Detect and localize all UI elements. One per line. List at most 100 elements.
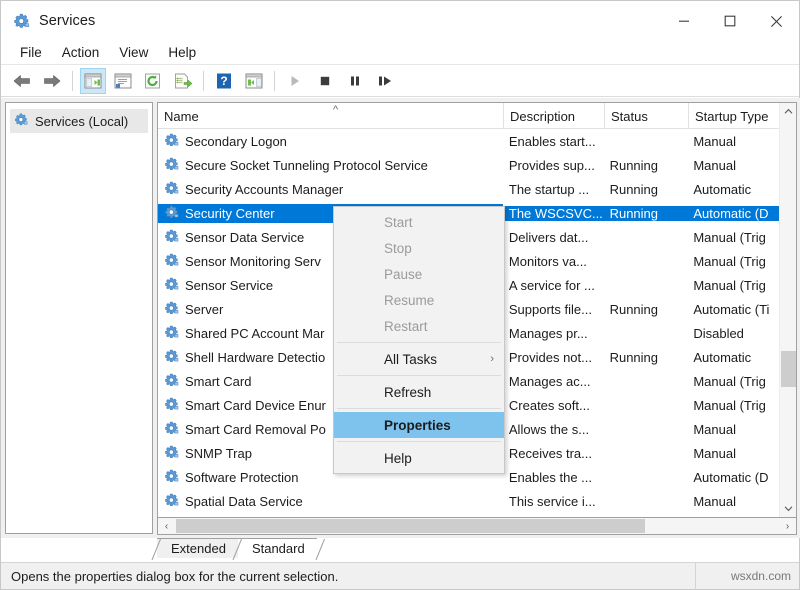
tab-left-edge	[232, 539, 242, 560]
menu-item-help[interactable]: Help	[334, 445, 504, 471]
sidebar-item-services-local[interactable]: Services (Local)	[10, 109, 148, 133]
service-gear-icon	[164, 228, 180, 247]
menu-item-file[interactable]: File	[11, 43, 51, 62]
context-menu: Start Stop Pause Resume Restart All Tasks› Ref…	[333, 206, 505, 474]
service-name: Sensor Service	[185, 278, 273, 293]
stop-service-icon[interactable]	[312, 68, 338, 94]
status-text: Opens the properties dialog box for the …	[1, 569, 338, 584]
service-gear-icon	[164, 516, 180, 518]
menu-item-refresh[interactable]: Refresh	[334, 379, 504, 405]
service-name: Smart Card Device Enur	[185, 398, 326, 413]
cell-description: Supports file...	[503, 302, 604, 317]
menu-item-properties[interactable]: Properties	[334, 412, 504, 438]
horizontal-scrollbar[interactable]: ‹ ›	[157, 518, 797, 535]
service-name: Security Accounts Manager	[185, 182, 343, 197]
show-hide-console-tree-icon[interactable]	[80, 68, 106, 94]
sort-ascending-icon: ^	[333, 104, 338, 116]
menu-bar: File Action View Help	[1, 41, 799, 65]
toolbar: ?	[1, 65, 799, 97]
menu-separator	[337, 408, 501, 409]
maximize-icon[interactable]	[707, 1, 753, 41]
service-name: Server	[185, 302, 223, 317]
list-header: Name ^ Description Status Startup Type	[158, 103, 796, 129]
menu-item-label: Pause	[384, 267, 422, 282]
cell-name: Spot Verifier	[158, 516, 503, 518]
scroll-right-icon[interactable]: ›	[779, 519, 796, 534]
table-row[interactable]: Spatial Data ServiceThis service i...Man…	[158, 489, 796, 513]
service-name: Sensor Monitoring Serv	[185, 254, 321, 269]
column-header-name[interactable]: Name ^	[158, 103, 504, 129]
menu-item-label: Start	[384, 215, 413, 230]
menu-item-label: Restart	[384, 319, 428, 334]
vertical-scrollbar[interactable]	[779, 103, 796, 517]
cell-status: Running	[604, 350, 688, 365]
chevron-right-icon: ›	[490, 353, 494, 365]
vertical-scrollbar-thumb[interactable]	[781, 351, 796, 387]
cell-description: Enables the ...	[503, 470, 604, 485]
service-gear-icon	[164, 156, 180, 175]
menu-item-label: Properties	[384, 418, 451, 433]
forward-icon[interactable]	[39, 68, 65, 94]
service-gear-icon	[164, 468, 180, 487]
service-gear-icon	[164, 300, 180, 319]
menu-separator	[337, 441, 501, 442]
column-header-description[interactable]: Description	[504, 103, 605, 129]
close-icon[interactable]	[753, 1, 799, 41]
service-name: Security Center	[185, 206, 275, 221]
scroll-down-icon[interactable]	[780, 500, 797, 517]
table-row[interactable]: Spot VerifierVerifies poteManual (Trig	[158, 513, 796, 517]
help-icon[interactable]: ?	[211, 68, 237, 94]
cell-description: Receives tra...	[503, 446, 604, 461]
service-gear-icon	[164, 180, 180, 199]
menu-item-label: Stop	[384, 241, 412, 256]
table-row[interactable]: Secondary LogonEnables start...Manual	[158, 129, 796, 153]
services-gear-icon	[13, 12, 31, 30]
services-window: Services File Action View Help	[0, 0, 800, 590]
scroll-left-icon[interactable]: ‹	[158, 519, 175, 534]
window-controls	[661, 1, 799, 41]
service-gear-icon	[164, 420, 180, 439]
service-gear-icon	[164, 132, 180, 151]
service-name: Shared PC Account Mar	[185, 326, 324, 341]
cell-name: Spatial Data Service	[158, 492, 503, 511]
status-divider	[695, 563, 696, 590]
service-name: Smart Card	[185, 374, 251, 389]
menu-separator	[337, 342, 501, 343]
start-service-icon[interactable]	[282, 68, 308, 94]
show-action-pane-icon[interactable]	[241, 68, 267, 94]
table-row[interactable]: Secure Socket Tunneling Protocol Service…	[158, 153, 796, 177]
table-row[interactable]: Security Accounts ManagerThe startup ...…	[158, 177, 796, 201]
menu-item-help[interactable]: Help	[159, 43, 205, 62]
pause-service-icon[interactable]	[342, 68, 368, 94]
tab-standard[interactable]: Standard	[238, 538, 317, 558]
scroll-up-icon[interactable]	[780, 103, 797, 120]
tab-label: Standard	[252, 541, 305, 556]
horizontal-scrollbar-thumb[interactable]	[176, 519, 645, 533]
toolbar-separator	[203, 71, 204, 91]
back-icon[interactable]	[9, 68, 35, 94]
column-header-startup-type[interactable]: Startup Type	[689, 103, 781, 129]
menu-item-pause: Pause	[334, 261, 504, 287]
refresh-icon[interactable]	[140, 68, 166, 94]
minimize-icon[interactable]	[661, 1, 707, 41]
menu-item-all-tasks[interactable]: All Tasks›	[334, 346, 504, 372]
menu-item-action[interactable]: Action	[53, 43, 109, 62]
export-list-icon[interactable]	[170, 68, 196, 94]
cell-description: This service i...	[503, 494, 604, 509]
service-gear-icon	[164, 348, 180, 367]
cell-status: Running	[604, 158, 688, 173]
properties-window-icon[interactable]	[110, 68, 136, 94]
service-gear-icon	[164, 276, 180, 295]
restart-service-icon[interactable]	[372, 68, 398, 94]
cell-description: A service for ...	[503, 278, 604, 293]
column-header-status[interactable]: Status	[605, 103, 689, 129]
menu-item-view[interactable]: View	[110, 43, 157, 62]
tab-label: Extended	[171, 541, 226, 556]
title-bar: Services	[1, 1, 799, 41]
tab-extended[interactable]: Extended	[157, 538, 238, 558]
service-name: Spatial Data Service	[185, 494, 303, 509]
cell-status: Running	[604, 302, 688, 317]
menu-item-label: Resume	[384, 293, 434, 308]
menu-separator	[337, 375, 501, 376]
svg-text:?: ?	[220, 74, 227, 88]
